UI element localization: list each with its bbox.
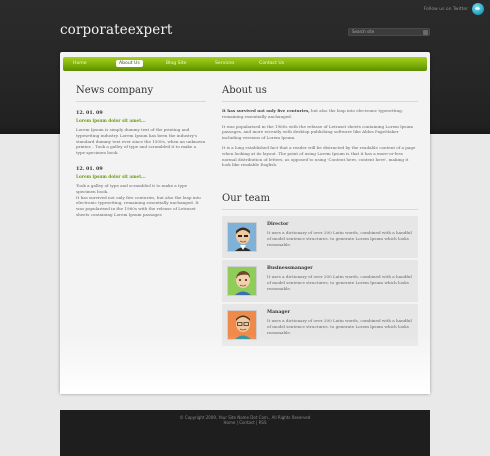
nav-home[interactable]: Home (73, 61, 87, 66)
news-subtitle-link[interactable]: Lorem ipsum dolor sit amet... (76, 118, 206, 123)
main-navigation: Home About Us Blog Site Services Contact… (63, 57, 427, 71)
nav-services[interactable]: Services (215, 61, 234, 66)
about-column: About us It has survived not only five c… (222, 85, 418, 347)
news-column: News company 12. 01. 09 Lorem ipsum dolo… (76, 85, 206, 218)
member-description: It uses a dictionary of over 200 Latin w… (267, 230, 412, 247)
member-description: It uses a dictionary of over 200 Latin w… (267, 318, 412, 335)
news-heading: News company (76, 85, 154, 96)
team-card-businessmanager: Businessmanager It uses a dictionary of … (222, 260, 418, 303)
avatar (227, 266, 257, 297)
member-role: Businessmanager (267, 266, 313, 272)
manager-avatar-icon (228, 311, 256, 340)
footer-text: © Copyright 2009, Your Site Name Dot Com… (60, 415, 430, 425)
news-date: 12. 01. 09 (76, 110, 103, 116)
businessmanager-avatar-icon (228, 267, 256, 296)
nav-about-us[interactable]: About Us (116, 59, 143, 67)
search-icon[interactable] (423, 30, 428, 35)
team-card-director: Director It uses a dictionary of over 20… (222, 216, 418, 259)
avatar (227, 222, 257, 253)
nav-blog-site[interactable]: Blog Site (166, 61, 186, 66)
twitter-label: Follow us on Twitter (423, 6, 468, 12)
about-lead: It has survived not only five centuries,… (222, 108, 418, 120)
news-date: 12. 01. 09 (76, 165, 103, 172)
content-panel: Home About Us Blog Site Services Contact… (60, 52, 430, 394)
about-heading: About us (222, 85, 267, 96)
search-input[interactable]: Search site (348, 28, 430, 36)
news-body: Lorem Ipsum is simply dummy text of the … (76, 127, 206, 156)
team-list: Director It uses a dictionary of over 20… (222, 216, 418, 347)
about-paragraph: It was popularised in the 1960s with the… (222, 123, 414, 141)
nav-contact-us[interactable]: Contact Us (259, 61, 284, 66)
divider (222, 101, 418, 102)
team-card-manager: Manager It uses a dictionary of over 200… (222, 304, 418, 347)
director-avatar-icon (228, 223, 256, 252)
footer-links[interactable]: Home | Contact | RSS (60, 420, 430, 425)
twitter-bird-icon (472, 3, 484, 15)
divider (222, 209, 418, 211)
news-body: Took a galley of type and scrambled it t… (76, 182, 188, 194)
member-description: It uses a dictionary of over 200 Latin w… (267, 274, 412, 291)
site-logo[interactable]: corporateexpert (60, 22, 172, 38)
about-paragraph: It is a long established fact that a rea… (222, 144, 416, 168)
about-lead-bold: It has survived not only five centuries, (222, 108, 310, 113)
search-placeholder: Search site (352, 29, 375, 34)
news-item: 12. 01. 09 Lorem ipsum dolor sit amet...… (76, 166, 206, 218)
member-role: Manager (267, 310, 290, 316)
member-role: Director (267, 222, 289, 228)
news-subtitle-link[interactable]: Lorem ipsum dolor sit amet... (76, 174, 206, 179)
team-heading: Our team (222, 193, 270, 205)
avatar (227, 310, 257, 341)
divider (76, 101, 206, 102)
news-body: It has survived not only five centuries,… (76, 194, 201, 217)
footer: © Copyright 2009, Your Site Name Dot Com… (60, 410, 430, 456)
twitter-follow-link[interactable]: Follow us on Twitter (424, 2, 484, 16)
news-item: 12. 01. 09 Lorem ipsum dolor sit amet...… (76, 110, 206, 156)
